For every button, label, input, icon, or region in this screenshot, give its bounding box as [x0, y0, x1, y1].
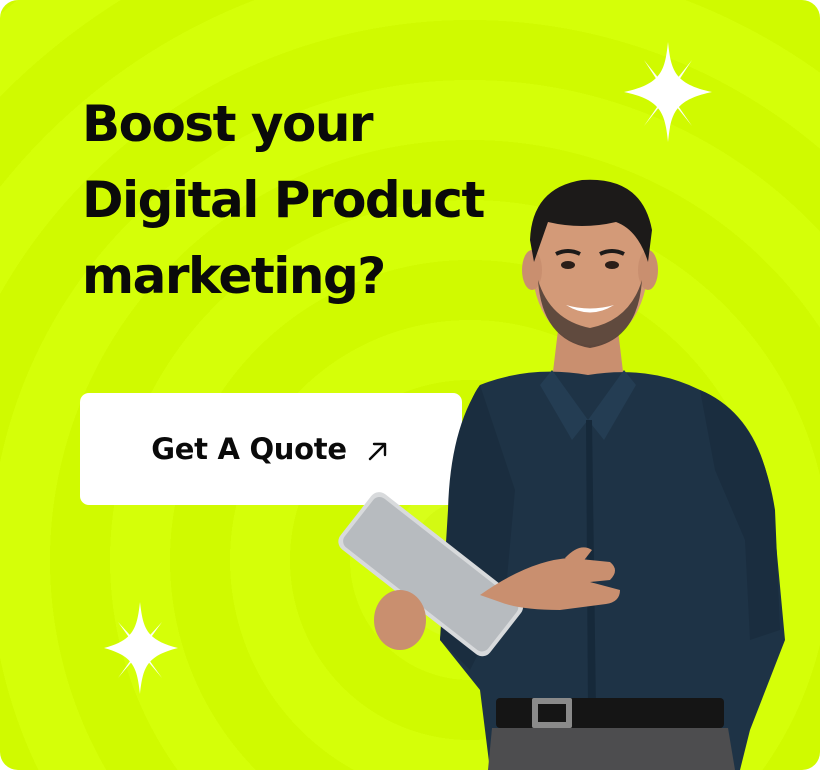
headline-line-1: Boost your: [82, 95, 374, 153]
promo-banner: Boost your Digital Product marketing? Ge…: [0, 0, 820, 770]
man-with-tablet-photo: [338, 179, 785, 770]
sparkle-icon: [624, 42, 712, 142]
sparkle-icon: [104, 602, 178, 694]
get-a-quote-label: Get A Quote: [151, 432, 347, 466]
